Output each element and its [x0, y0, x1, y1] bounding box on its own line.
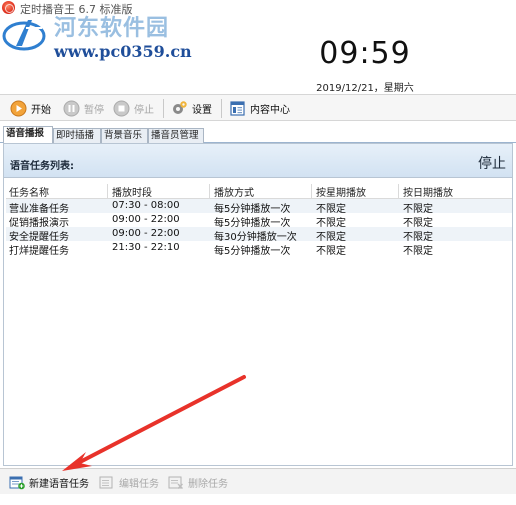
bottom-toolbar: 新建语音任务 编辑任务 删除任务 — [0, 468, 516, 494]
column-header[interactable]: 播放时段 — [109, 184, 210, 199]
task-time: 09:00 - 22:00 — [112, 228, 180, 239]
content-center-icon — [230, 100, 245, 116]
toolbar: 开始 暂停 停止 设置 内容中心 — [0, 94, 516, 121]
content-center-label: 内容中心 — [250, 104, 290, 116]
clock-time: 09:59 — [319, 36, 411, 71]
panel-header: 语音任务列表: 停止 — [4, 144, 512, 178]
settings-label: 设置 — [192, 104, 212, 116]
stop-label: 停止 — [134, 104, 154, 116]
stop-button[interactable]: 停止 — [113, 99, 154, 117]
watermark-text: 河东软件园 — [54, 16, 170, 41]
task-time: 07:30 - 08:00 — [112, 200, 180, 211]
start-button[interactable]: 开始 — [10, 99, 51, 117]
edit-task-label: 编辑任务 — [119, 478, 159, 490]
toolbar-divider — [221, 99, 222, 118]
new-task-button[interactable]: 新建语音任务 — [9, 473, 89, 491]
table-row[interactable]: 安全提醒任务 09:00 - 22:00 每30分钟播放一次 不限定 不限定 — [6, 227, 512, 243]
delete-task-label: 删除任务 — [188, 478, 228, 490]
task-name: 打烊提醒任务 — [9, 246, 69, 257]
tab-announcer-management[interactable]: 播音员管理 — [148, 128, 204, 143]
new-task-label: 新建语音任务 — [29, 478, 89, 490]
column-header[interactable]: 播放方式 — [211, 184, 312, 199]
pause-icon — [63, 100, 80, 116]
pause-label: 暂停 — [84, 104, 104, 116]
panel-title: 语音任务列表: — [10, 161, 74, 172]
column-header[interactable]: 按日期播放 — [400, 184, 510, 199]
play-icon — [10, 100, 27, 116]
start-label: 开始 — [31, 104, 51, 116]
app-logo-icon — [2, 1, 15, 14]
status-label: 停止 — [478, 156, 506, 172]
column-header[interactable]: 按星期播放 — [313, 184, 399, 199]
table-row[interactable]: 促销播报演示 09:00 - 22:00 每5分钟播放一次 不限定 不限定 — [6, 213, 512, 229]
edit-task-button[interactable]: 编辑任务 — [99, 473, 159, 491]
delete-icon — [168, 476, 183, 489]
task-time: 21:30 - 22:10 — [112, 242, 180, 253]
tab-instant-insert[interactable]: 即时插播 — [53, 128, 101, 143]
settings-button[interactable]: 设置 — [171, 99, 212, 117]
stop-icon — [113, 100, 130, 116]
table-header: 任务名称 播放时段 播放方式 按星期播放 按日期播放 — [6, 182, 512, 199]
clock-date: 2019/12/21，星期六 — [316, 83, 414, 94]
table-row[interactable]: 营业准备任务 07:30 - 08:00 每5分钟播放一次 不限定 不限定 — [6, 199, 512, 215]
watermark-url: www.pc0359.cn — [54, 42, 192, 61]
toolbar-divider — [163, 99, 164, 118]
table-row[interactable]: 打烊提醒任务 21:30 - 22:10 每5分钟播放一次 不限定 不限定 — [6, 241, 512, 257]
watermark-logo-icon — [2, 20, 46, 51]
task-time: 09:00 - 22:00 — [112, 214, 180, 225]
add-task-icon — [9, 476, 25, 489]
edit-icon — [99, 476, 113, 488]
tab-bar: 语音播报 即时插播 背景音乐 播音员管理 — [0, 126, 516, 143]
tab-background-music[interactable]: 背景音乐 — [101, 128, 148, 143]
task-mode: 每5分钟播放一次 — [214, 246, 291, 257]
tab-voice-broadcast[interactable]: 语音播报 — [3, 126, 53, 143]
delete-task-button[interactable]: 删除任务 — [168, 473, 228, 491]
content-center-button[interactable]: 内容中心 — [229, 99, 290, 117]
task-weekday: 不限定 — [316, 246, 346, 257]
pause-button[interactable]: 暂停 — [63, 99, 104, 117]
task-date: 不限定 — [403, 246, 433, 257]
task-table: 任务名称 播放时段 播放方式 按星期播放 按日期播放 营业准备任务 07:30 … — [6, 182, 512, 257]
task-panel: 语音任务列表: 停止 任务名称 播放时段 播放方式 按星期播放 按日期播放 营业… — [3, 143, 513, 466]
gear-icon — [173, 100, 187, 114]
column-header[interactable]: 任务名称 — [6, 184, 108, 199]
